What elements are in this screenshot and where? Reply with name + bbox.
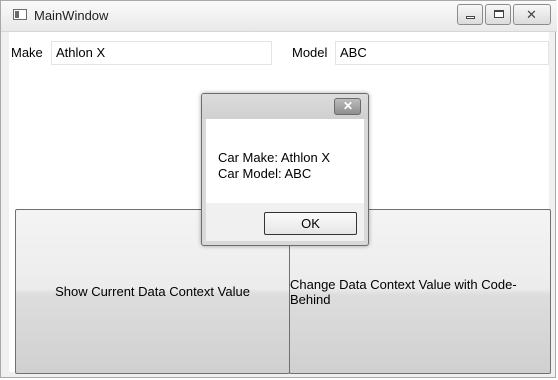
message-body: Car Make: Athlon X Car Model: ABC bbox=[206, 119, 364, 203]
close-button[interactable]: ✕ bbox=[513, 4, 551, 25]
model-field[interactable]: ABC bbox=[335, 41, 549, 65]
dialog-close-button[interactable]: ✕ bbox=[334, 98, 361, 115]
minimize-button[interactable] bbox=[457, 4, 483, 25]
maximize-icon bbox=[494, 10, 504, 18]
make-field[interactable]: Athlon X bbox=[51, 41, 272, 65]
dialog-close-icon: ✕ bbox=[343, 99, 354, 113]
make-label: Make bbox=[11, 45, 43, 60]
close-icon: ✕ bbox=[526, 7, 537, 22]
model-label: Model bbox=[292, 45, 328, 60]
maximize-button[interactable] bbox=[485, 4, 511, 25]
minimize-icon bbox=[466, 16, 475, 19]
message-box-titlebar[interactable]: ✕ bbox=[202, 94, 368, 119]
message-footer: OK bbox=[206, 203, 364, 241]
show-data-context-label: Show Current Data Context Value bbox=[55, 284, 250, 299]
ok-button[interactable]: OK bbox=[264, 212, 357, 235]
title-bar[interactable]: MainWindow ✕ bbox=[1, 1, 557, 32]
message-box: ✕ Car Make: Athlon X Car Model: ABC OK bbox=[201, 93, 369, 246]
change-data-context-label: Change Data Context Value with Code-Behi… bbox=[290, 276, 517, 307]
window-app-icon[interactable] bbox=[13, 9, 27, 20]
window-title: MainWindow bbox=[34, 8, 109, 23]
message-line-make: Car Make: Athlon X bbox=[218, 150, 330, 165]
main-window: MainWindow ✕ Make Athlon X Model ABC Sho… bbox=[0, 0, 557, 378]
message-line-model: Car Model: ABC bbox=[218, 166, 312, 181]
